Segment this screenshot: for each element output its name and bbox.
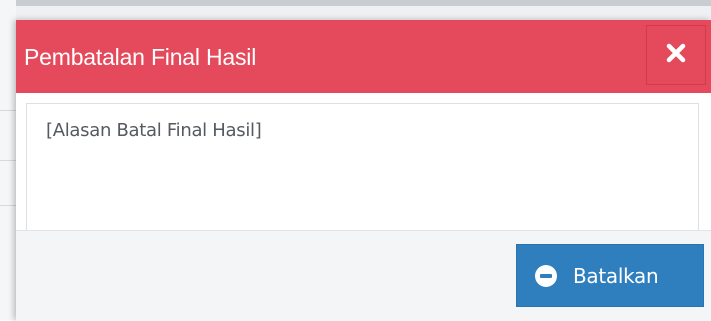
close-button[interactable] (646, 25, 706, 85)
minus-circle-icon (535, 264, 557, 287)
reason-placeholder: [Alasan Batal Final Hasil] (46, 120, 262, 141)
divider (0, 205, 16, 206)
modal-footer: Batalkan (16, 230, 711, 321)
batalkan-button-label: Batalkan (573, 263, 659, 288)
modal-header: Pembatalan Final Hasil (16, 20, 711, 93)
backdrop-left-strip (0, 0, 16, 320)
backdrop-top-strip (0, 0, 711, 6)
modal-title: Pembatalan Final Hasil (24, 44, 257, 70)
modal-body: [Alasan Batal Final Hasil] (16, 93, 711, 243)
batalkan-button[interactable]: Batalkan (516, 244, 704, 307)
close-icon (665, 42, 687, 69)
cancel-final-result-modal: Pembatalan Final Hasil [Alasan Batal Fin… (16, 20, 711, 321)
divider (0, 110, 16, 111)
divider (0, 160, 16, 161)
reason-textarea[interactable]: [Alasan Batal Final Hasil] (26, 103, 699, 243)
